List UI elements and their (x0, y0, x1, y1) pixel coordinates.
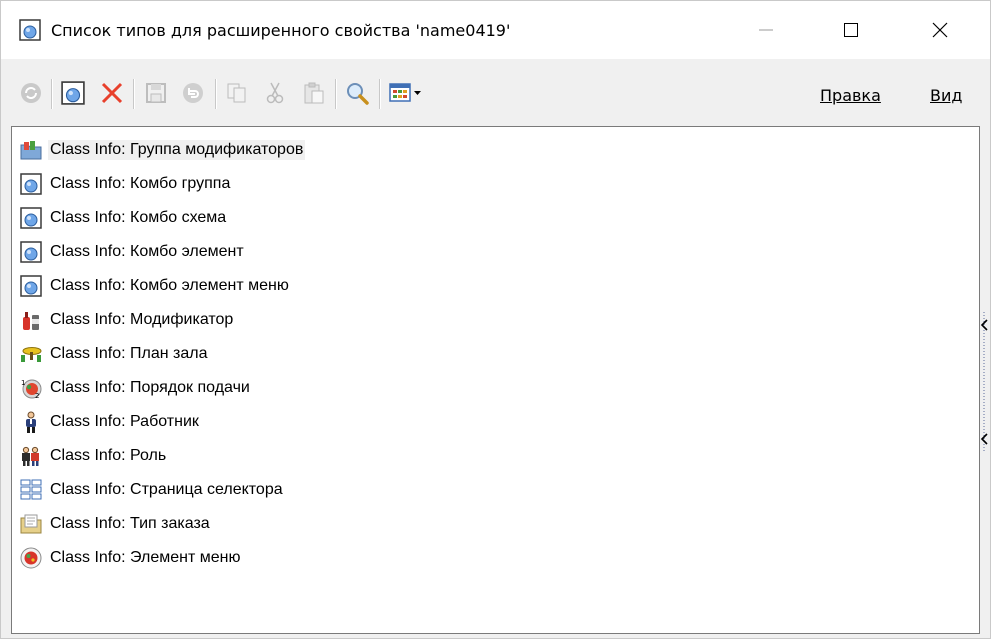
list-item[interactable]: 12 Class Info: Порядок подачи (20, 371, 252, 405)
refresh-button[interactable] (19, 81, 43, 105)
table-icon (20, 343, 42, 365)
list-item[interactable]: Class Info: Комбо схема (20, 201, 228, 235)
list-item-label: Class Info: Роль (50, 447, 167, 464)
list-item[interactable]: Class Info: Комбо группа (20, 167, 232, 201)
paste-icon (304, 82, 324, 104)
svg-text:2: 2 (35, 392, 39, 399)
menu-edit[interactable]: Правка (820, 86, 881, 105)
person-icon (20, 411, 42, 433)
list-item[interactable]: Class Info: Работник (20, 405, 201, 439)
drop-node-icon (20, 275, 42, 297)
window-title: Список типов для расширенного свойства '… (51, 21, 511, 40)
course-icon: 12 (20, 377, 42, 399)
toolbar-separator (51, 79, 53, 109)
list-item-label: Class Info: Модификатор (50, 311, 234, 328)
menu-view-label: Вид (930, 86, 963, 105)
grid-dropdown-icon (389, 83, 421, 102)
copy-button[interactable] (225, 81, 249, 105)
list-item[interactable]: Class Info: Тип заказа (20, 507, 212, 541)
drop-node-icon (20, 241, 42, 263)
list-item-label: Class Info: Работник (50, 413, 199, 430)
toolbar: Правка Вид (1, 59, 990, 125)
new-icon (61, 81, 85, 105)
copy-icon (227, 83, 246, 103)
drop-node-icon (20, 173, 42, 195)
order-folder-icon (20, 513, 42, 535)
list-item-label: Class Info: Элемент меню (50, 549, 241, 566)
people-icon (20, 445, 42, 467)
delete-button[interactable] (100, 81, 124, 105)
svg-text:1: 1 (21, 379, 25, 387)
list-item-label: Class Info: Комбо элемент меню (50, 277, 289, 294)
toolbar-separator (335, 79, 337, 109)
cut-button[interactable] (263, 81, 287, 105)
bottles-icon (20, 309, 42, 331)
menu-view[interactable]: Вид (930, 86, 962, 105)
list-item-label: Class Info: Группа модификаторов (48, 140, 306, 160)
paste-button[interactable] (302, 81, 326, 105)
maximize-button[interactable] (827, 1, 875, 59)
undo-button[interactable] (181, 81, 205, 105)
list-item[interactable]: Class Info: Страница селектора (20, 473, 285, 507)
drop-node-icon (20, 207, 42, 229)
list-item-label: Class Info: Комбо группа (50, 175, 231, 192)
view-dropdown[interactable] (389, 81, 425, 105)
magnifier-icon (347, 83, 369, 105)
list-item[interactable]: Class Info: План зала (20, 337, 210, 371)
drop-node-icon (19, 19, 41, 41)
minimize-button[interactable] (742, 1, 790, 59)
list-item-label: Class Info: Комбо схема (50, 209, 227, 226)
list-item[interactable]: Class Info: Группа модификаторов (20, 133, 306, 167)
list-item-label: Class Info: Страница селектора (50, 481, 283, 498)
new-button[interactable] (61, 81, 85, 105)
grid-page-icon (20, 479, 42, 501)
list-item[interactable]: Class Info: Роль (20, 439, 168, 473)
dialog-window: Список типов для расширенного свойства '… (0, 0, 991, 639)
list-item[interactable]: Class Info: Комбо элемент (20, 235, 246, 269)
toolbar-separator (379, 79, 381, 109)
scissors-icon (266, 82, 284, 104)
delete-icon (101, 82, 123, 104)
list-item[interactable]: Class Info: Комбо элемент меню (20, 269, 291, 303)
list-item[interactable]: Class Info: Элемент меню (20, 541, 242, 575)
close-button[interactable] (916, 1, 964, 59)
list-item-label: Class Info: Порядок подачи (50, 379, 250, 396)
toolbar-separator (133, 79, 135, 109)
save-icon (146, 83, 166, 103)
list-item-label: Class Info: План зала (50, 345, 208, 362)
menu-edit-label: Правка (820, 86, 881, 105)
search-button[interactable] (345, 81, 369, 105)
list-item-label: Class Info: Тип заказа (50, 515, 210, 532)
undo-icon (183, 83, 203, 103)
side-panel-splitter[interactable] (977, 306, 991, 458)
menu-dish-icon (20, 547, 42, 569)
save-button[interactable] (144, 81, 168, 105)
list-item-label: Class Info: Комбо элемент (50, 243, 244, 260)
toolbar-separator (215, 79, 217, 109)
type-list[interactable]: Class Info: Группа модификаторов Class I… (11, 126, 980, 634)
list-item[interactable]: Class Info: Модификатор (20, 303, 235, 337)
folder-group-icon (20, 139, 42, 161)
title-bar[interactable]: Список типов для расширенного свойства '… (1, 1, 990, 59)
refresh-icon (21, 83, 41, 103)
